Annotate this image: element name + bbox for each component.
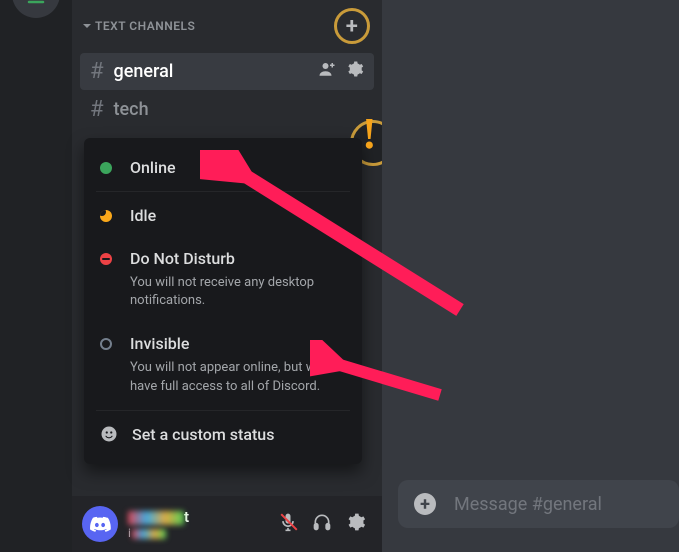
hashtag-icon: # <box>90 59 104 84</box>
status-label: Idle <box>130 206 156 225</box>
invite-icon[interactable] <box>318 60 336 83</box>
username: t <box>128 508 278 526</box>
status-label: Online <box>130 158 176 177</box>
invisible-status-icon <box>100 338 112 350</box>
message-input-placeholder: Message #general <box>454 494 602 515</box>
channel-general[interactable]: # general <box>80 53 374 90</box>
channel-label: general <box>114 61 318 82</box>
online-status-icon <box>100 162 112 174</box>
idle-status-icon <box>100 210 112 222</box>
mute-button[interactable] <box>278 512 298 536</box>
chat-content: + Message #general <box>382 0 679 552</box>
guild-sidebar <box>0 0 72 552</box>
user-info[interactable]: t i <box>128 508 278 540</box>
channels-header[interactable]: TEXT CHANNELS + <box>72 0 382 52</box>
emoji-icon <box>100 425 118 443</box>
channels-header-label: TEXT CHANNELS <box>95 19 334 33</box>
dnd-status-icon <box>100 253 112 265</box>
status-label: Do Not Disturb <box>130 249 346 268</box>
status-popup: Online Idle Do Not Disturb You will not … <box>84 138 362 464</box>
add-attachment-button[interactable]: + <box>414 493 436 515</box>
user-tag: i <box>128 526 278 540</box>
status-option-idle[interactable]: Idle <box>84 194 362 237</box>
message-input-bar[interactable]: + Message #general <box>398 480 679 528</box>
download-apps-button[interactable] <box>12 0 60 18</box>
status-option-online[interactable]: Online <box>84 146 362 189</box>
channel-tech[interactable]: # tech <box>80 91 374 128</box>
user-avatar[interactable] <box>82 506 118 542</box>
chevron-down-icon <box>82 21 92 31</box>
channel-label: tech <box>114 99 364 120</box>
user-panel: t i <box>72 496 382 552</box>
status-desc: You will not appear online, but will hav… <box>130 359 346 395</box>
add-channel-button[interactable]: + <box>334 8 370 44</box>
custom-status-label: Set a custom status <box>132 425 274 444</box>
divider <box>96 191 350 192</box>
exclamation-icon: ! <box>362 108 377 159</box>
deafen-button[interactable] <box>312 512 332 536</box>
gear-icon[interactable] <box>346 60 364 83</box>
status-desc: You will not receive any desktop notific… <box>130 274 346 310</box>
status-label: Invisible <box>130 334 346 353</box>
custom-status-button[interactable]: Set a custom status <box>84 413 362 456</box>
divider <box>96 410 350 411</box>
status-option-invisible[interactable]: Invisible You will not appear online, bu… <box>84 322 362 407</box>
hashtag-icon: # <box>90 97 104 122</box>
user-settings-button[interactable] <box>346 512 366 536</box>
status-option-dnd[interactable]: Do Not Disturb You will not receive any … <box>84 237 362 322</box>
